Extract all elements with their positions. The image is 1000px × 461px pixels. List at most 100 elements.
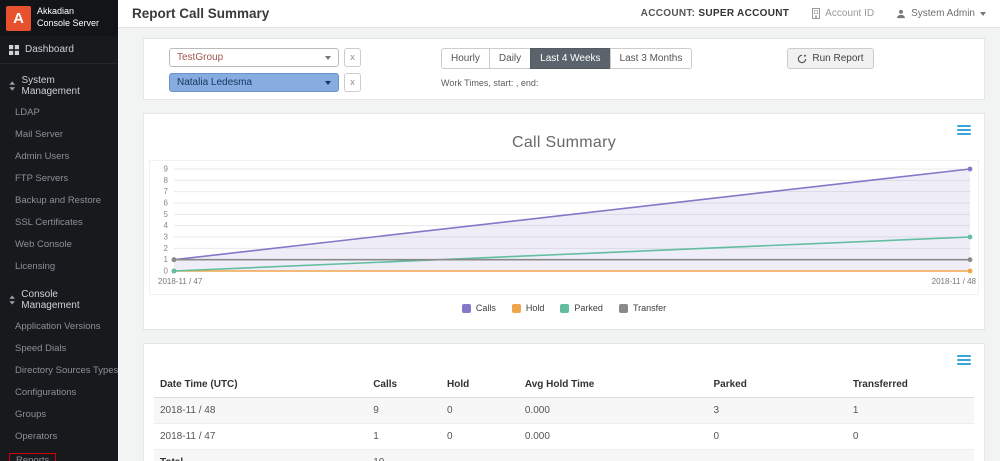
legend-label: Parked: [574, 303, 603, 313]
svg-text:5: 5: [164, 210, 169, 219]
column-header-date-time-utc: Date Time (UTC): [154, 372, 368, 398]
range-button-daily[interactable]: Daily: [488, 48, 532, 69]
sidebar-section-console-management[interactable]: Console Management: [0, 281, 118, 316]
top-bar: Report Call Summary ACCOUNT: SUPER ACCOU…: [118, 0, 1000, 28]
legend-label: Transfer: [632, 303, 667, 313]
sidebar-section-system-management[interactable]: System Management: [0, 67, 118, 102]
brand-name: Akkadian Console Server: [37, 6, 99, 29]
sidebar-item-application-versions[interactable]: Application Versions: [0, 316, 118, 338]
svg-text:9: 9: [164, 165, 169, 174]
sidebar-nav: System Management LDAP Mail Server Admin Us…: [0, 67, 118, 461]
table-panel: Date Time (UTC) Calls Hold Avg Hold Time Par…: [143, 343, 985, 461]
brand-line1: Akkadian: [37, 6, 75, 17]
chart-menu-icon[interactable]: [957, 123, 971, 137]
account-id-label: Account ID: [825, 8, 875, 19]
table-cell: 2018-11 / 48: [154, 397, 368, 424]
table-menu-icon[interactable]: [957, 353, 971, 367]
page-title: Report Call Summary: [132, 6, 270, 21]
remove-operator-button[interactable]: x: [344, 73, 361, 92]
legend-swatch: [560, 303, 570, 313]
call-summary-chart: 0 1 2 3 4 5 6 7 8 9 2018-11 / 47 2018-11 / 48: [158, 165, 977, 287]
sidebar-item-ldap[interactable]: LDAP: [0, 102, 118, 124]
sidebar-item-backup-and-restore[interactable]: Backup and Restore: [0, 190, 118, 212]
range-button-last-3-months[interactable]: Last 3 Months: [609, 48, 693, 69]
sidebar-item-ssl-certificates[interactable]: SSL Certificates: [0, 212, 118, 234]
legend-item-hold[interactable]: Hold: [511, 303, 545, 313]
active-item-highlight: Reports: [9, 453, 57, 461]
table-cell: 1: [846, 397, 974, 424]
group-select[interactable]: TestGroup: [169, 48, 339, 67]
svg-text:0: 0: [164, 267, 169, 276]
svg-text:3: 3: [164, 233, 169, 242]
sidebar-item-mail-server[interactable]: Mail Server: [0, 124, 118, 146]
range-button-group: Hourly Daily Last 4 Weeks Last 3 Months: [441, 48, 693, 69]
sidebar-item-ftp-servers[interactable]: FTP Servers: [0, 168, 118, 190]
main-area: Report Call Summary ACCOUNT: SUPER ACCOU…: [118, 0, 1000, 461]
run-report-button[interactable]: Run Report: [787, 48, 874, 69]
svg-text:7: 7: [164, 187, 169, 196]
operator-select[interactable]: Natalia Ledesma: [169, 73, 339, 92]
refresh-icon: [798, 53, 807, 63]
brand-icon: A: [6, 5, 31, 31]
filters-panel: TestGroup x Natalia Ledesma x Hourly Dail…: [143, 38, 985, 100]
legend-item-transfer[interactable]: Transfer: [618, 303, 667, 313]
table-cell: 9: [367, 397, 441, 424]
table-cell: 2018-11 / 47: [154, 423, 368, 450]
table-cell: 0: [440, 423, 519, 450]
column-header-avg-hold-time: Avg Hold Time: [518, 372, 708, 398]
dashboard-icon: [9, 44, 19, 55]
sidebar-item-licensing[interactable]: Licensing: [0, 256, 118, 278]
sidebar-item-speed-dials[interactable]: Speed Dials: [0, 338, 118, 360]
section-label: System Management: [21, 75, 80, 97]
summary-table: Date Time (UTC) Calls Hold Avg Hold Time Par…: [154, 372, 974, 461]
range-button-hourly[interactable]: Hourly: [441, 48, 490, 69]
operator-select-value: Natalia Ledesma: [177, 77, 253, 88]
svg-text:4: 4: [164, 221, 169, 230]
column-header-calls: Calls: [367, 372, 441, 398]
legend-swatch: [618, 303, 628, 313]
user-name: System Admin: [911, 8, 975, 19]
sidebar-item-groups[interactable]: Groups: [0, 404, 118, 426]
work-times-label: Work Times, start: , end:: [441, 78, 539, 88]
legend-label: Hold: [525, 303, 545, 313]
chart-title: Call Summary: [511, 134, 617, 151]
remove-group-button[interactable]: x: [344, 48, 361, 67]
legend-item-parked[interactable]: Parked: [560, 303, 603, 313]
table-cell: 0.000: [518, 423, 708, 450]
table-cell: 1: [367, 423, 441, 450]
svg-text:6: 6: [164, 199, 169, 208]
sidebar-item-configurations[interactable]: Configurations: [0, 382, 118, 404]
sidebar-item-label: Dashboard: [25, 44, 74, 55]
account-label: ACCOUNT:: [640, 8, 696, 19]
user-icon: [897, 9, 905, 18]
chart-area: 0 1 2 3 4 5 6 7 8 9 2018-11 / 47 2018-11 / 48: [149, 160, 979, 295]
sidebar: A Akkadian Console Server Dashboard Syst…: [0, 0, 118, 461]
user-menu[interactable]: System Admin: [896, 8, 986, 19]
sidebar-item-directory-sources-types[interactable]: Directory Sources Types: [0, 360, 118, 382]
sidebar-item-operators[interactable]: Operators: [0, 426, 118, 448]
svg-text:2: 2: [164, 244, 169, 253]
table-cell: [707, 449, 847, 461]
table-row: 2018-11 / 48 9 0 0.000 3 1: [154, 397, 974, 424]
sidebar-item-reports[interactable]: Reports: [0, 448, 118, 461]
legend-swatch: [511, 303, 521, 313]
account-id-button[interactable]: Account ID: [811, 8, 874, 19]
svg-text:2018-11 / 47: 2018-11 / 47: [158, 277, 203, 286]
legend-swatch: [461, 303, 471, 313]
run-report-label: Run Report: [812, 53, 864, 64]
column-header-parked: Parked: [707, 372, 847, 398]
chevron-down-icon: [325, 80, 331, 85]
sort-arrows-icon: [9, 295, 15, 305]
legend-item-calls[interactable]: Calls: [461, 303, 496, 313]
table-cell: 3: [707, 397, 847, 424]
sidebar-item-web-console[interactable]: Web Console: [0, 234, 118, 256]
column-header-transferred: Transferred: [846, 372, 974, 398]
sidebar-item-admin-users[interactable]: Admin Users: [0, 146, 118, 168]
sidebar-item-dashboard[interactable]: Dashboard: [0, 36, 118, 64]
chevron-down-icon: [980, 11, 986, 16]
section-label: Console Management: [21, 289, 80, 311]
legend-label: Calls: [475, 303, 496, 313]
table-cell: 0: [846, 423, 974, 450]
range-button-last-4-weeks[interactable]: Last 4 Weeks: [530, 48, 611, 69]
table-total-row: Total10: [154, 449, 974, 461]
